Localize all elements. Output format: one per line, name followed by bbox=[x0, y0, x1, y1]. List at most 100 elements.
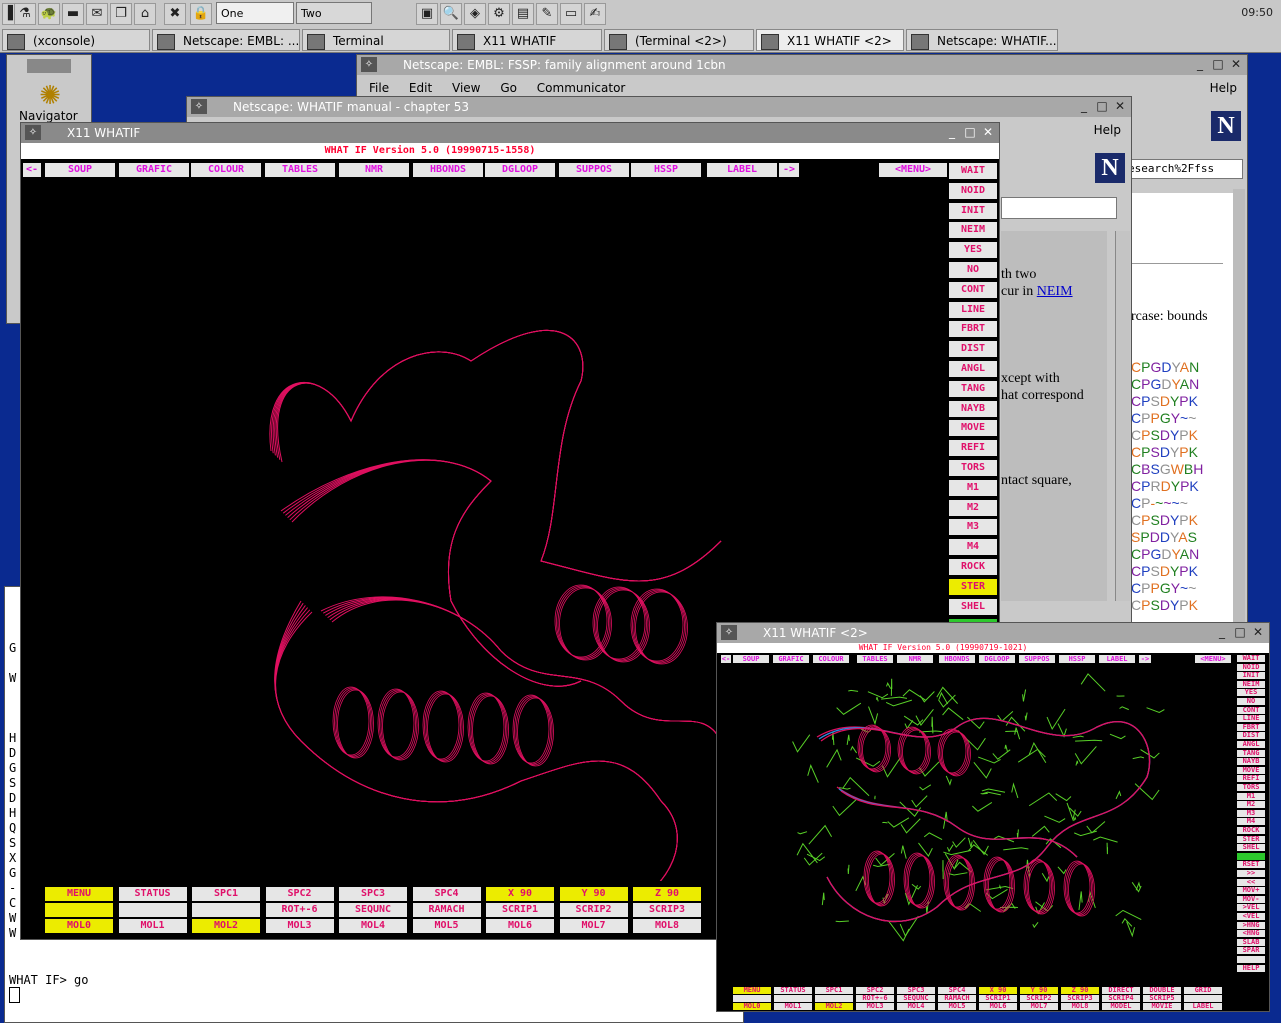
side-button-xvel[interactable]: <VEL bbox=[1237, 913, 1265, 920]
side-button-yes[interactable]: YES bbox=[949, 242, 997, 259]
bottom-button-2-1[interactable]: MOL1 bbox=[118, 919, 187, 933]
close-button[interactable]: ✕ bbox=[1251, 625, 1265, 639]
side-button-dist[interactable]: DIST bbox=[949, 341, 997, 358]
top-menu-5[interactable]: NMR bbox=[339, 163, 409, 177]
bottom-button-0-7[interactable]: Y 90 bbox=[1020, 987, 1058, 994]
top-menu-5[interactable]: NMR bbox=[897, 655, 933, 663]
network-icon[interactable]: ✉ bbox=[86, 3, 108, 25]
windows-icon[interactable]: ❐ bbox=[110, 3, 132, 25]
side-button-m2[interactable]: M2 bbox=[949, 499, 997, 516]
menu-file[interactable]: File bbox=[369, 81, 389, 95]
top-menu-3[interactable]: COLOUR bbox=[813, 655, 849, 663]
bottom-button-0-8[interactable]: Z 90 bbox=[1061, 987, 1099, 994]
bottom-button-2-10[interactable]: MOVIE bbox=[1143, 1003, 1181, 1010]
menu-edit[interactable]: Edit bbox=[409, 81, 432, 95]
bottom-button-1-0[interactable] bbox=[733, 995, 771, 1002]
side-button-fbrt[interactable]: FBRT bbox=[1237, 723, 1265, 731]
bottom-button-1-1[interactable] bbox=[118, 903, 187, 917]
monitor-icon[interactable]: ▭ bbox=[560, 3, 582, 25]
top-menu-9[interactable]: HSSP bbox=[631, 163, 701, 177]
top-menu-4[interactable]: TABLES bbox=[857, 655, 893, 663]
gear-icon[interactable]: ⚙ bbox=[488, 3, 510, 25]
bottom-button-1-2[interactable] bbox=[192, 903, 260, 917]
side-button-ster[interactable]: STER bbox=[949, 578, 997, 595]
top-menu-4[interactable]: TABLES bbox=[265, 163, 335, 177]
turtle-icon[interactable]: 🐢 bbox=[38, 3, 60, 25]
window-icon[interactable]: ✧ bbox=[361, 57, 377, 72]
applet-icon-1[interactable]: ▣ bbox=[416, 3, 438, 25]
desktop-two[interactable]: Two bbox=[296, 2, 372, 24]
bottom-button-0-3[interactable]: SPC2 bbox=[265, 887, 334, 901]
window-icon[interactable]: ✧ bbox=[25, 125, 41, 140]
top-menu-3[interactable]: COLOUR bbox=[191, 163, 261, 177]
bottom-button-0-6[interactable]: X 90 bbox=[979, 987, 1017, 994]
lock-icon[interactable]: 🔒 bbox=[190, 3, 212, 25]
side-button-rset[interactable]: RSET bbox=[1237, 861, 1265, 869]
maximize-button[interactable]: □ bbox=[963, 125, 977, 139]
ship-wheel-icon[interactable]: ✺ bbox=[33, 81, 67, 111]
minimize-button[interactable]: _ bbox=[945, 125, 959, 139]
top-menu-2[interactable]: GRAFIC bbox=[773, 655, 809, 663]
side-button-nayb[interactable]: NAYB bbox=[1237, 758, 1265, 766]
bottom-button-1-7[interactable]: SCRIP2 bbox=[1020, 995, 1058, 1002]
top-menu-11[interactable]: -> bbox=[779, 163, 799, 177]
bottom-button-0-11[interactable]: GRID bbox=[1184, 987, 1222, 994]
task-netscape-whatif[interactable]: Netscape: WHATIF... bbox=[906, 29, 1058, 51]
side-button-no[interactable]: NO bbox=[949, 262, 997, 278]
side-button-init[interactable]: INIT bbox=[1237, 672, 1265, 680]
top-menu-0[interactable]: <- bbox=[23, 163, 41, 177]
bottom-button-1-6[interactable]: SCRIP1 bbox=[486, 903, 554, 917]
molecule-view-2[interactable] bbox=[717, 667, 1237, 977]
side-button-blank[interactable] bbox=[1237, 956, 1265, 963]
side-button-spar[interactable]: SPAR bbox=[1237, 947, 1265, 955]
package-icon[interactable]: ◈ bbox=[464, 3, 486, 25]
minimize-button[interactable]: _ bbox=[1193, 57, 1207, 71]
side-button-ster[interactable]: STER bbox=[1237, 835, 1265, 843]
task-terminal-2[interactable]: (Terminal <2>) bbox=[604, 29, 754, 51]
close-button[interactable]: ✕ bbox=[1113, 99, 1127, 113]
manual-location-input[interactable] bbox=[1001, 197, 1117, 219]
menu-communicator[interactable]: Communicator bbox=[537, 81, 626, 95]
side-button-move[interactable]: MOVE bbox=[1237, 766, 1265, 774]
bottom-button-1-9[interactable]: SCRIP4 bbox=[1102, 995, 1140, 1002]
minimize-button[interactable]: _ bbox=[1077, 99, 1091, 113]
bottom-button-2-4[interactable]: MOL4 bbox=[897, 1003, 935, 1010]
bottom-button-1-4[interactable]: SEQUNC bbox=[339, 903, 407, 917]
bottom-button-2-3[interactable]: MOL3 bbox=[265, 919, 334, 933]
fssp-scrollbar[interactable] bbox=[1233, 189, 1245, 633]
bottom-button-0-1[interactable]: STATUS bbox=[118, 887, 187, 901]
side-button-refi[interactable]: REFI bbox=[949, 440, 997, 457]
maximize-button[interactable]: □ bbox=[1095, 99, 1109, 113]
side-button-help[interactable]: HELP bbox=[1237, 964, 1265, 972]
side-button-slab[interactable]: SLAB bbox=[1237, 938, 1265, 946]
side-button-shel[interactable]: SHEL bbox=[949, 598, 997, 615]
bottom-button-2-8[interactable]: MOL8 bbox=[633, 919, 701, 933]
bottom-button-0-0[interactable]: MENU bbox=[45, 887, 113, 901]
bottom-button-0-2[interactable]: SPC1 bbox=[815, 987, 853, 994]
bottom-button-2-8[interactable]: MOL8 bbox=[1061, 1003, 1099, 1010]
side-button-yes[interactable]: YES bbox=[1237, 689, 1265, 697]
side-button-m1[interactable]: M1 bbox=[1237, 792, 1265, 800]
side-button-blank[interactable] bbox=[1237, 852, 1265, 860]
bottom-button-1-5[interactable]: RAMACH bbox=[938, 995, 976, 1002]
manual-scrollbar[interactable] bbox=[1115, 231, 1130, 601]
side-button-movx[interactable]: MOV- bbox=[1237, 895, 1265, 903]
bottom-button-2-4[interactable]: MOL4 bbox=[339, 919, 407, 933]
side-button-rock[interactable]: ROCK bbox=[1237, 827, 1265, 834]
side-button-line[interactable]: LINE bbox=[949, 301, 997, 318]
side-button-wait[interactable]: WAIT bbox=[1237, 655, 1265, 662]
bottom-button-0-8[interactable]: Z 90 bbox=[633, 887, 701, 901]
top-menu-1[interactable]: SOUP bbox=[45, 163, 115, 177]
top-menu-12[interactable]: <MENU> bbox=[1195, 655, 1231, 663]
neim-link[interactable]: NEIM bbox=[1037, 284, 1073, 299]
close-button[interactable]: ✕ bbox=[981, 125, 995, 139]
side-button-xx[interactable]: << bbox=[1237, 878, 1265, 886]
side-button-m3[interactable]: M3 bbox=[949, 519, 997, 536]
bottom-button-2-7[interactable]: MOL7 bbox=[559, 919, 628, 933]
top-menu-10[interactable]: LABEL bbox=[707, 163, 777, 177]
bottom-button-0-4[interactable]: SPC3 bbox=[339, 887, 407, 901]
side-button-no[interactable]: NO bbox=[1237, 698, 1265, 705]
side-button-wait[interactable]: WAIT bbox=[949, 163, 997, 179]
side-button-tang[interactable]: TANG bbox=[1237, 749, 1265, 757]
menu-go[interactable]: Go bbox=[500, 81, 517, 95]
